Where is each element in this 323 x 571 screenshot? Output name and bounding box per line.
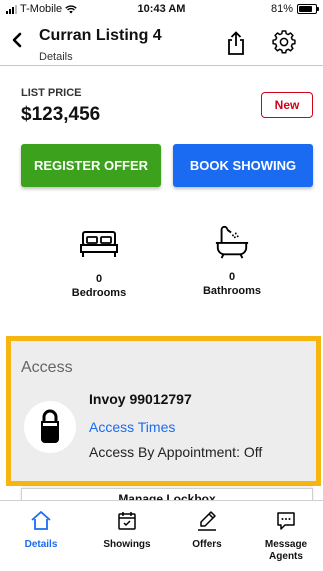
- chevron-left-icon: [12, 32, 22, 48]
- bedrooms-count: 0: [95, 273, 103, 285]
- tab-label: Details: [24, 539, 58, 550]
- bathrooms-count: 0: [228, 271, 236, 283]
- feature-bathrooms: 0 Bathrooms: [182, 224, 282, 297]
- bathrooms-label: Bathrooms: [202, 285, 262, 297]
- list-price-label: LIST PRICE: [21, 87, 82, 99]
- tab-details[interactable]: Details: [9, 501, 73, 571]
- register-offer-button[interactable]: REGISTER OFFER: [21, 144, 161, 187]
- battery-percent: 81%: [270, 3, 293, 15]
- access-heading: Access: [21, 359, 73, 376]
- status-badge: New: [261, 92, 313, 118]
- bed-icon: [80, 231, 118, 257]
- list-price-value: $123,456: [21, 104, 101, 125]
- tab-label: Offers: [192, 539, 222, 550]
- lockbox-avatar: [24, 401, 76, 453]
- tab-label: Showings: [103, 539, 151, 550]
- tab-showings[interactable]: Showings: [95, 501, 159, 571]
- share-icon: [228, 31, 244, 55]
- tab-bar: Details Showings Offers Message Agents: [0, 500, 323, 571]
- chat-icon: [277, 512, 295, 530]
- tab-label: Message Agents: [264, 539, 308, 562]
- access-times-link[interactable]: Access Times: [89, 419, 175, 435]
- battery-icon: [297, 4, 319, 14]
- access-section: Access Invoy 99012797 Access Times Acces…: [6, 336, 321, 486]
- page-subtitle: Details: [39, 51, 73, 63]
- page-title: Curran Listing 4: [39, 27, 162, 44]
- bathtub-icon: [215, 225, 249, 259]
- tab-offers[interactable]: Offers: [175, 501, 239, 571]
- lockbox-device-name: Invoy 99012797: [89, 391, 192, 407]
- access-appointment-status: Access By Appointment: Off: [89, 444, 263, 460]
- tab-message-agents[interactable]: Message Agents: [254, 501, 318, 571]
- feature-bedrooms: 0 Bedrooms: [49, 226, 149, 299]
- signature-icon: [198, 511, 216, 531]
- home-icon: [31, 511, 51, 530]
- gear-icon: [272, 30, 296, 54]
- status-bar: T-Mobile 10:43 AM 81%: [0, 0, 323, 20]
- settings-button[interactable]: [272, 30, 296, 54]
- battery-status: 81%: [270, 3, 319, 15]
- share-button[interactable]: [224, 30, 248, 56]
- header-divider: [0, 65, 323, 66]
- back-button[interactable]: [6, 26, 28, 54]
- header: Curran Listing 4 Details: [0, 20, 323, 65]
- book-showing-button[interactable]: BOOK SHOWING: [173, 144, 313, 187]
- bedrooms-label: Bedrooms: [71, 287, 127, 299]
- calendar-icon: [118, 512, 136, 530]
- lockbox-icon: [41, 409, 59, 443]
